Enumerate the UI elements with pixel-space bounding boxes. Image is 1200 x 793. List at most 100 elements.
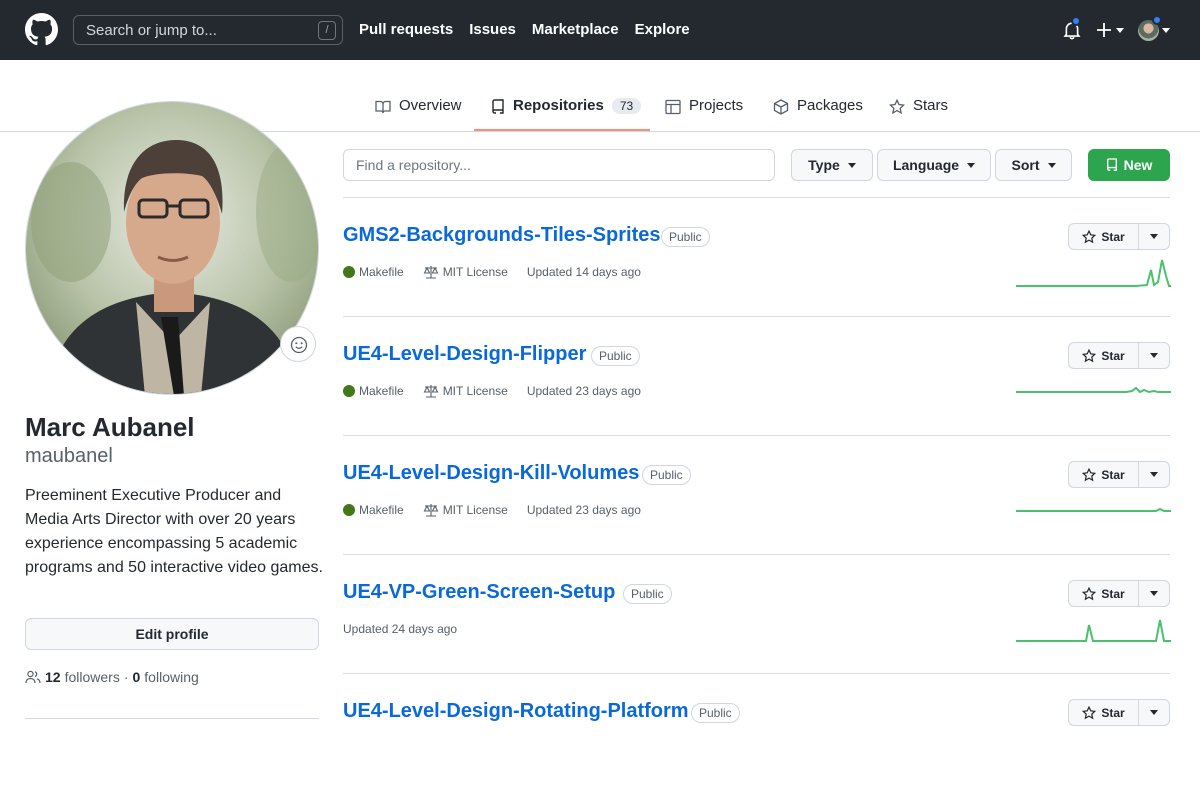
- profile-avatar[interactable]: [25, 101, 319, 395]
- visibility-badge: Public: [591, 346, 640, 366]
- language-filter-label: Language: [892, 157, 960, 173]
- nav-issues[interactable]: Issues: [469, 21, 516, 38]
- edit-profile-button[interactable]: Edit profile: [25, 618, 319, 650]
- new-repository-label: New: [1123, 157, 1153, 173]
- repo-language: Makefile: [343, 503, 404, 517]
- star-button-group: Star: [1068, 223, 1170, 250]
- repo-updated: Updated 23 days ago: [526, 384, 641, 398]
- repo-license-label: MIT License: [442, 503, 508, 517]
- activity-sparkline: [1016, 259, 1171, 287]
- repo-language-label: Makefile: [359, 384, 404, 398]
- repo-language: Makefile: [343, 384, 404, 398]
- repo-name-link[interactable]: GMS2-Backgrounds-Tiles-Sprites: [343, 224, 660, 247]
- caret-down-icon: [1150, 591, 1158, 596]
- global-search-input[interactable]: Search or jump to... /: [73, 15, 343, 45]
- repo-license[interactable]: MIT License: [423, 384, 508, 398]
- star-icon: [1082, 229, 1097, 243]
- tab-projects[interactable]: Projects: [665, 97, 743, 131]
- law-scale-icon: [423, 385, 439, 398]
- activity-sparkline: [1016, 507, 1171, 512]
- following-link[interactable]: following: [144, 669, 198, 685]
- repo-name-link[interactable]: UE4-Level-Design-Flipper: [343, 343, 586, 366]
- repo-language-label: Makefile: [359, 503, 404, 517]
- type-filter-label: Type: [808, 157, 840, 173]
- caret-down-icon: [847, 162, 856, 168]
- new-repository-button[interactable]: New: [1088, 149, 1170, 181]
- star-button[interactable]: Star: [1069, 700, 1139, 725]
- star-button-group: Star: [1068, 342, 1170, 369]
- search-placeholder: Search or jump to...: [86, 22, 217, 39]
- followers-count[interactable]: 12: [45, 669, 61, 685]
- law-scale-icon: [423, 266, 439, 279]
- star-button[interactable]: Star: [1069, 462, 1139, 487]
- star-icon: [1082, 586, 1097, 600]
- tab-repositories-label: Repositories: [513, 97, 604, 114]
- repo-license[interactable]: MIT License: [423, 503, 508, 517]
- tab-repositories[interactable]: Repositories 73: [491, 97, 642, 131]
- repo-license[interactable]: MIT License: [423, 265, 508, 279]
- tab-overview[interactable]: Overview: [375, 97, 462, 131]
- repo-meta: Makefile MIT License Updated 14 days ago: [343, 265, 641, 279]
- repo-icon: [1106, 158, 1117, 171]
- caret-down-icon: [1150, 234, 1158, 239]
- repo-meta: Makefile MIT License Updated 23 days ago: [343, 503, 641, 517]
- language-filter-button[interactable]: Language: [877, 149, 991, 181]
- tab-packages[interactable]: Packages: [773, 97, 863, 131]
- profile-name: Marc Aubanel: [25, 412, 195, 442]
- star-button[interactable]: Star: [1069, 581, 1139, 606]
- repo-license-label: MIT License: [442, 265, 508, 279]
- caret-down-icon: [1150, 353, 1158, 358]
- repositories-count-badge: 73: [611, 98, 642, 114]
- followers-summary: 12 followers · 0 following: [25, 669, 199, 685]
- global-header: Search or jump to... / Pull requests Iss…: [0, 0, 1200, 60]
- slash-shortcut-hint: /: [318, 21, 336, 40]
- nav-pull-requests[interactable]: Pull requests: [359, 21, 453, 38]
- nav-explore[interactable]: Explore: [635, 21, 690, 38]
- tab-stars[interactable]: Stars: [889, 97, 948, 131]
- caret-down-icon: [1150, 710, 1158, 715]
- find-repository-placeholder: Find a repository...: [356, 157, 471, 173]
- star-label: Star: [1101, 348, 1125, 363]
- nav-marketplace[interactable]: Marketplace: [532, 21, 619, 38]
- caret-down-icon: [967, 162, 976, 168]
- language-color-dot: [343, 266, 355, 278]
- activity-sparkline: [1016, 386, 1171, 394]
- star-list-dropdown[interactable]: [1139, 224, 1169, 249]
- avatar-status-indicator: [1152, 15, 1162, 25]
- caret-down-icon: [1047, 162, 1056, 168]
- visibility-badge: Public: [661, 227, 710, 247]
- profile-username: maubanel: [25, 445, 113, 467]
- star-button[interactable]: Star: [1069, 343, 1139, 368]
- star-label: Star: [1101, 229, 1125, 244]
- followers-link[interactable]: followers: [65, 669, 120, 685]
- star-list-dropdown[interactable]: [1139, 700, 1169, 725]
- star-label: Star: [1101, 467, 1125, 482]
- chevron-down-icon: [1162, 28, 1170, 33]
- repo-updated: Updated 23 days ago: [526, 503, 641, 517]
- tab-projects-label: Projects: [689, 97, 744, 114]
- star-list-dropdown[interactable]: [1139, 581, 1169, 606]
- star-list-dropdown[interactable]: [1139, 462, 1169, 487]
- set-status-button[interactable]: [280, 326, 316, 362]
- star-icon: [1082, 705, 1097, 719]
- type-filter-button[interactable]: Type: [791, 149, 873, 181]
- repo-list-item: UE4-Level-Design-Flipper Public Makefile…: [343, 317, 1171, 436]
- repo-list-item: UE4-Level-Design-Rotating-Platform Publi…: [343, 674, 1170, 793]
- repo-name-link[interactable]: UE4-Level-Design-Rotating-Platform: [343, 700, 689, 723]
- star-list-dropdown[interactable]: [1139, 343, 1169, 368]
- language-color-dot: [343, 385, 355, 397]
- github-logo-icon[interactable]: [25, 13, 58, 46]
- find-repository-input[interactable]: Find a repository...: [343, 149, 775, 181]
- star-button-group: Star: [1068, 580, 1170, 607]
- star-button[interactable]: Star: [1069, 224, 1139, 249]
- repo-updated: Updated 14 days ago: [526, 265, 641, 279]
- package-icon: [773, 99, 789, 115]
- following-count[interactable]: 0: [133, 669, 141, 685]
- create-new-plus-icon[interactable]: [1096, 19, 1126, 41]
- repo-updated: Updated 24 days ago: [343, 622, 458, 636]
- repo-name-link[interactable]: UE4-Level-Design-Kill-Volumes: [343, 462, 639, 485]
- repo-name-link[interactable]: UE4-VP-Green-Screen-Setup: [343, 581, 615, 604]
- star-icon: [889, 99, 905, 115]
- caret-down-icon: [1150, 472, 1158, 477]
- sort-button[interactable]: Sort: [995, 149, 1072, 181]
